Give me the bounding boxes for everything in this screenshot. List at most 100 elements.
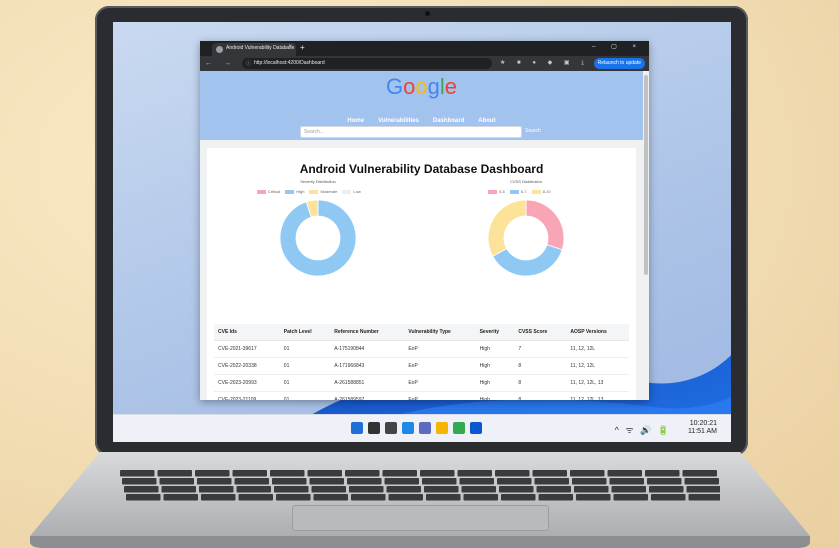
chat-icon[interactable] — [419, 422, 431, 434]
column-header[interactable]: CVSS Score — [514, 324, 567, 341]
table-cell: A-171966843 — [330, 357, 405, 375]
keyboard-key — [270, 470, 305, 477]
close-tab-icon[interactable]: × — [288, 44, 292, 50]
widgets-icon[interactable] — [402, 422, 414, 434]
table-cell: 11, 12, 12L — [566, 357, 629, 375]
extension-icons[interactable]: ★ ■ ● ◆ ▣ ⤓ ▢ — [500, 59, 606, 67]
keyboard-key — [351, 494, 386, 501]
search-input[interactable]: Search... — [300, 126, 522, 138]
relaunch-to-update-button[interactable]: Relaunch to update — [593, 58, 645, 69]
system-tray-icons[interactable]: ^ ᯤ 🔊 🔋 — [615, 423, 671, 436]
legend-swatch — [488, 189, 497, 194]
keyboard-key — [163, 494, 198, 501]
cvss-legend-item[interactable]: 8-10 — [527, 189, 551, 194]
address-bar[interactable]: ⓘ http://localhost:4200/Dashboard — [242, 58, 492, 69]
nav-link-about[interactable]: About — [478, 118, 495, 124]
tab-title: Android Vulnerability Database — [226, 45, 295, 51]
cvss-slice-0-5[interactable] — [525, 199, 565, 251]
keyboard-key — [426, 494, 461, 501]
table-header-row: CVE Ids Patch Level Reference Number Vulner… — [214, 324, 629, 341]
keyboard-key — [201, 494, 236, 501]
keyboard-key — [609, 478, 644, 485]
nav-link-home[interactable]: Home — [347, 118, 364, 124]
legend-swatch — [257, 189, 266, 194]
clock-time: 10:20:21 — [689, 420, 717, 427]
window-controls[interactable]: – ▢ × — [592, 43, 643, 50]
keyboard-key — [238, 494, 273, 501]
severity-legend-item[interactable]: Moderate — [304, 189, 337, 194]
table-row[interactable]: CVE-2022-20338 01 A-171966843 EoP High 8 11, 1… — [214, 357, 629, 375]
keyboard-key — [457, 470, 492, 477]
tab-bar: Android Vulnerability Database × + – ▢ × — [200, 41, 649, 56]
table-row[interactable]: CVE-2023-20993 01 A-261588851 EoP High 8 11, 1… — [214, 374, 629, 392]
scrollbar-thumb[interactable] — [644, 75, 648, 275]
cvss-legend-item[interactable]: 6-7 — [505, 189, 527, 194]
legend-swatch — [509, 189, 519, 194]
keyboard-key — [536, 486, 571, 493]
keyboard-key — [688, 494, 720, 501]
legend-label: Critical — [268, 189, 281, 194]
edge-icon[interactable] — [453, 422, 465, 434]
keyboard-key — [684, 478, 719, 485]
keyboard-key — [534, 478, 569, 485]
new-tab-button[interactable]: + — [300, 43, 305, 52]
cvss-slice-8-10[interactable] — [487, 199, 527, 257]
keyboard-key — [386, 486, 421, 493]
table-cell: EoP — [404, 357, 476, 375]
cvss-legend-item[interactable]: 0-5 — [483, 189, 505, 194]
column-header[interactable]: Reference Number — [330, 324, 405, 341]
column-header[interactable]: CVE Ids — [214, 324, 280, 341]
touchpad[interactable] — [292, 505, 549, 531]
keyboard-key — [420, 470, 455, 477]
table-cell: 8 — [514, 357, 567, 375]
task-view-icon[interactable] — [385, 422, 397, 434]
nav-link-vulnerabilities[interactable]: Vulnerabilities — [378, 118, 419, 124]
column-header[interactable]: Severity — [475, 324, 515, 341]
keyboard-key — [682, 470, 717, 477]
keyboard-key — [613, 494, 648, 501]
severity-legend-item[interactable]: Low — [337, 189, 361, 194]
browser-tab[interactable]: Android Vulnerability Database × — [212, 43, 296, 56]
legend-swatch — [285, 189, 295, 194]
table-cell: 01 — [279, 391, 331, 400]
column-header[interactable]: Vulnerability Type — [404, 324, 476, 341]
logo-letter: o — [403, 74, 416, 99]
legend-label: Moderate — [320, 189, 338, 194]
table-cell: 8 — [514, 374, 567, 392]
keyboard-key — [497, 478, 532, 485]
info-icon[interactable]: ⓘ — [246, 60, 251, 67]
column-header[interactable]: AOSP Versions — [566, 324, 629, 341]
table-row[interactable]: CVE-2023-21109 01 A-261589597 EoP High 8 11, 1… — [214, 391, 629, 400]
severity-legend-item[interactable]: Critical — [252, 189, 280, 194]
site-nav: Home Vulnerabilities Dashboard About — [200, 109, 643, 127]
table-cell: CVE-2023-21109 — [214, 391, 280, 400]
table-cell: 11, 12, 12L — [566, 340, 629, 358]
keyboard-key — [161, 486, 196, 493]
store-icon[interactable] — [470, 422, 482, 434]
keyboard-key — [538, 494, 573, 501]
site-logo[interactable]: Google — [200, 74, 643, 100]
file-explorer-icon[interactable] — [436, 422, 448, 434]
webcam-icon — [425, 11, 430, 16]
keyboard-key — [463, 494, 498, 501]
search-button[interactable]: Search — [525, 128, 541, 134]
search-icon[interactable] — [368, 422, 380, 434]
keyboard-key — [309, 478, 344, 485]
browser-toolbar: ← → ⟳ ⓘ http://localhost:4200/Dashboard … — [200, 56, 649, 71]
severity-legend-item[interactable]: High — [280, 189, 304, 194]
column-header[interactable]: Patch Level — [279, 324, 331, 341]
legend-label: 8-10 — [542, 189, 551, 194]
logo-letter: e — [444, 74, 457, 99]
table-row[interactable]: CVE-2021-39617 01 A-175190844 EoP High 7 11, 1… — [214, 340, 629, 358]
keyboard-key — [384, 478, 419, 485]
keyboard-key — [195, 470, 230, 477]
clock[interactable]: 10:20:21 11:51 AM — [688, 420, 717, 436]
start-icon[interactable] — [351, 422, 363, 434]
severity-legend: Critical High Moderate Low — [252, 189, 361, 194]
nav-link-dashboard[interactable]: Dashboard — [433, 118, 464, 124]
table-cell: High — [475, 374, 515, 392]
keyboard-key — [276, 494, 311, 501]
legend-label: Low — [353, 189, 361, 194]
keyboard-key — [157, 470, 192, 477]
clock-date: 11:51 AM — [687, 428, 717, 435]
